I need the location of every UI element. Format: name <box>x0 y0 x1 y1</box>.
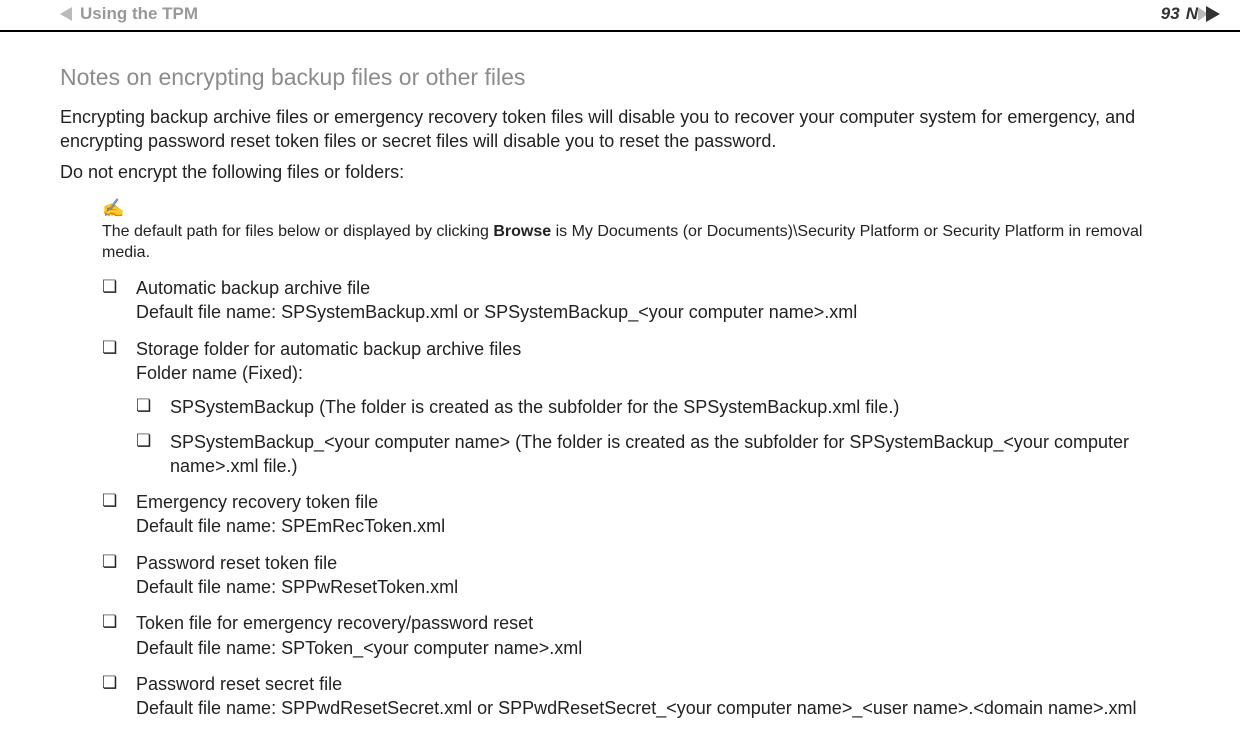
item-title: Emergency recovery token file <box>136 490 1180 514</box>
item-title: Automatic backup archive file <box>136 276 1180 300</box>
page-number: 93 <box>1161 4 1180 24</box>
header-left: Using the TPM <box>60 4 198 24</box>
item-sub: Folder name (Fixed): <box>136 361 1180 385</box>
breadcrumb: Using the TPM <box>80 4 198 24</box>
note-bold: Browse <box>493 223 551 240</box>
sub-list: SPSystemBackup (The folder is created as… <box>136 395 1180 478</box>
intro-paragraph-2: Do not encrypt the following files or fo… <box>60 160 1180 184</box>
list-item: Token file for emergency recovery/passwo… <box>102 611 1180 660</box>
list-item: Storage folder for automatic backup arch… <box>102 337 1180 478</box>
note-icon: ✍ <box>102 198 1180 219</box>
item-sub: Default file name: SPSystemBackup.xml or… <box>136 300 1180 324</box>
item-title: Password reset secret file <box>136 672 1180 696</box>
list-item: Emergency recovery token file Default fi… <box>102 490 1180 539</box>
nav-next[interactable]: N <box>1186 4 1220 24</box>
item-sub: Default file name: SPToken_<your compute… <box>136 636 1180 660</box>
note-pre: The default path for files below or disp… <box>102 223 493 240</box>
item-title: Token file for emergency recovery/passwo… <box>136 611 1180 635</box>
item-sub: Default file name: SPPwResetToken.xml <box>136 575 1180 599</box>
list-item: Password reset secret file Default file … <box>102 672 1180 721</box>
sub-list-item: SPSystemBackup_<your computer name> (The… <box>136 430 1180 479</box>
list-item: Automatic backup archive file Default fi… <box>102 276 1180 325</box>
note-text: The default path for files below or disp… <box>102 221 1180 264</box>
item-sub: Default file name: SPEmRecToken.xml <box>136 514 1180 538</box>
nav-next-label: N <box>1186 4 1198 24</box>
list-item: Password reset token file Default file n… <box>102 551 1180 600</box>
item-sub: Default file name: SPPwdResetSecret.xml … <box>136 696 1180 720</box>
item-title: Password reset token file <box>136 551 1180 575</box>
nav-prev-icon[interactable] <box>60 7 72 21</box>
note-block: ✍ The default path for files below or di… <box>102 198 1180 264</box>
section-title: Notes on encrypting backup files or othe… <box>60 64 1180 91</box>
sub-list-item: SPSystemBackup (The folder is created as… <box>136 395 1180 419</box>
file-list: Automatic backup archive file Default fi… <box>102 276 1180 720</box>
intro-paragraph-1: Encrypting backup archive files or emerg… <box>60 105 1180 154</box>
page-content: Notes on encrypting backup files or othe… <box>0 32 1240 721</box>
header-right: 93 N <box>1161 4 1220 24</box>
nav-next-icon <box>1206 6 1220 22</box>
page-header: Using the TPM 93 N <box>0 0 1240 32</box>
item-title: Storage folder for automatic backup arch… <box>136 337 1180 361</box>
